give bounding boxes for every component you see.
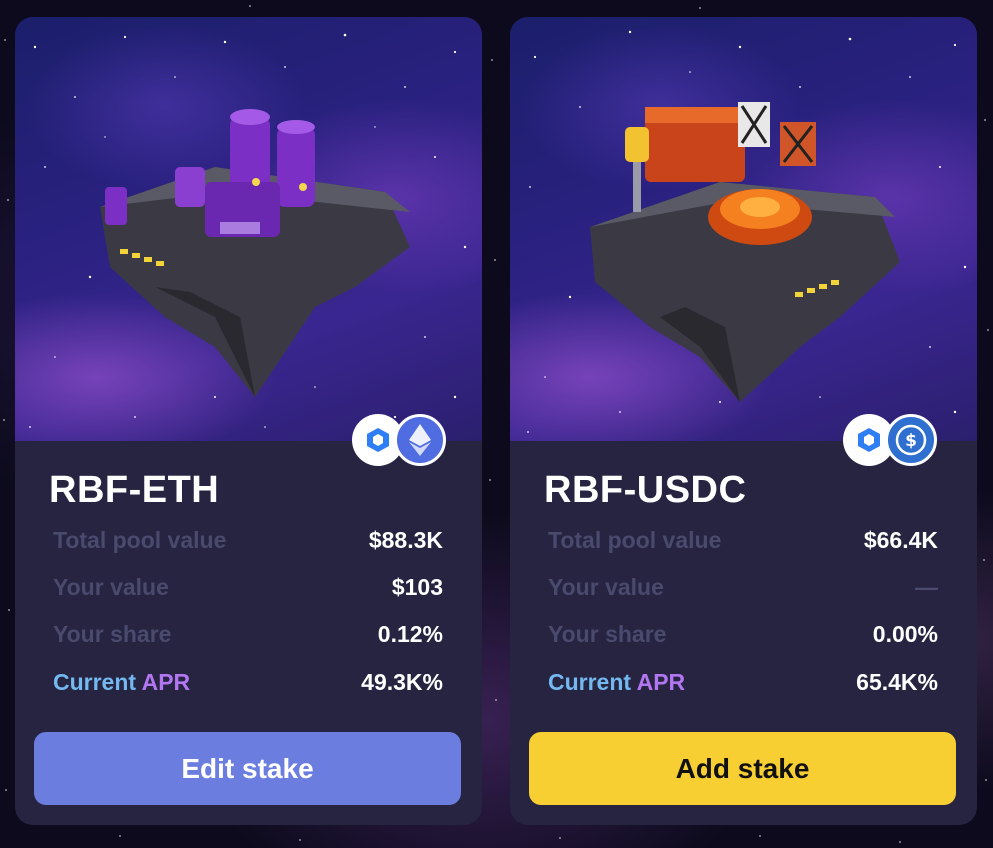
stat-value: — [915, 573, 938, 600]
apr-label-current: Current [548, 668, 632, 695]
apr-label-apr: APR [636, 668, 686, 695]
apr-label-current: Current [53, 668, 137, 695]
stat-row-total-pool-value: Total pool value $66.4K [548, 525, 938, 555]
apr-label: Current APR [548, 669, 685, 696]
stat-label: Your share [548, 620, 667, 647]
svg-text:$: $ [905, 431, 917, 451]
ethereum-icon [394, 414, 446, 466]
stat-row-your-value: Your value $103 [53, 572, 443, 602]
pool-card-rbf-eth: RBF-ETH Total pool value $88.3K Your val… [15, 17, 482, 825]
apr-value: 49.3K% [361, 668, 443, 695]
apr-label: Current APR [53, 669, 190, 696]
pool-title: RBF-ETH [49, 469, 220, 511]
stat-value: $66.4K [863, 526, 938, 553]
stat-row-your-share: Your share 0.00% [548, 619, 938, 649]
stat-row-current-apr: Current APR 65.4K% [548, 667, 938, 697]
edit-stake-button[interactable]: Edit stake [34, 732, 461, 805]
token-pair-icons [352, 414, 446, 466]
token-pair-icons: $ [843, 414, 937, 466]
stat-row-current-apr: Current APR 49.3K% [53, 667, 443, 697]
stat-label: Your value [53, 573, 169, 600]
stat-value: 0.12% [377, 620, 443, 647]
apr-value: 65.4K% [856, 668, 938, 695]
floating-island-reactor-illustration [510, 17, 977, 441]
pool-card-rbf-usdc: $ RBF-USDC Total pool value $66.4K Your … [510, 17, 977, 825]
stat-label: Your value [548, 573, 664, 600]
stat-label: Your share [53, 620, 172, 647]
stat-row-your-value: Your value — [548, 572, 938, 602]
stat-row-your-share: Your share 0.12% [53, 619, 443, 649]
stat-value: $103 [391, 573, 443, 600]
stat-label: Total pool value [548, 526, 722, 553]
pool-title: RBF-USDC [544, 469, 747, 511]
apr-label-apr: APR [141, 668, 191, 695]
usdc-icon: $ [885, 414, 937, 466]
floating-island-factory-illustration [15, 17, 482, 441]
stat-value: $88.3K [368, 526, 443, 553]
add-stake-button[interactable]: Add stake [529, 732, 956, 805]
stat-value: 0.00% [872, 620, 938, 647]
stat-row-total-pool-value: Total pool value $88.3K [53, 525, 443, 555]
stat-label: Total pool value [53, 526, 227, 553]
